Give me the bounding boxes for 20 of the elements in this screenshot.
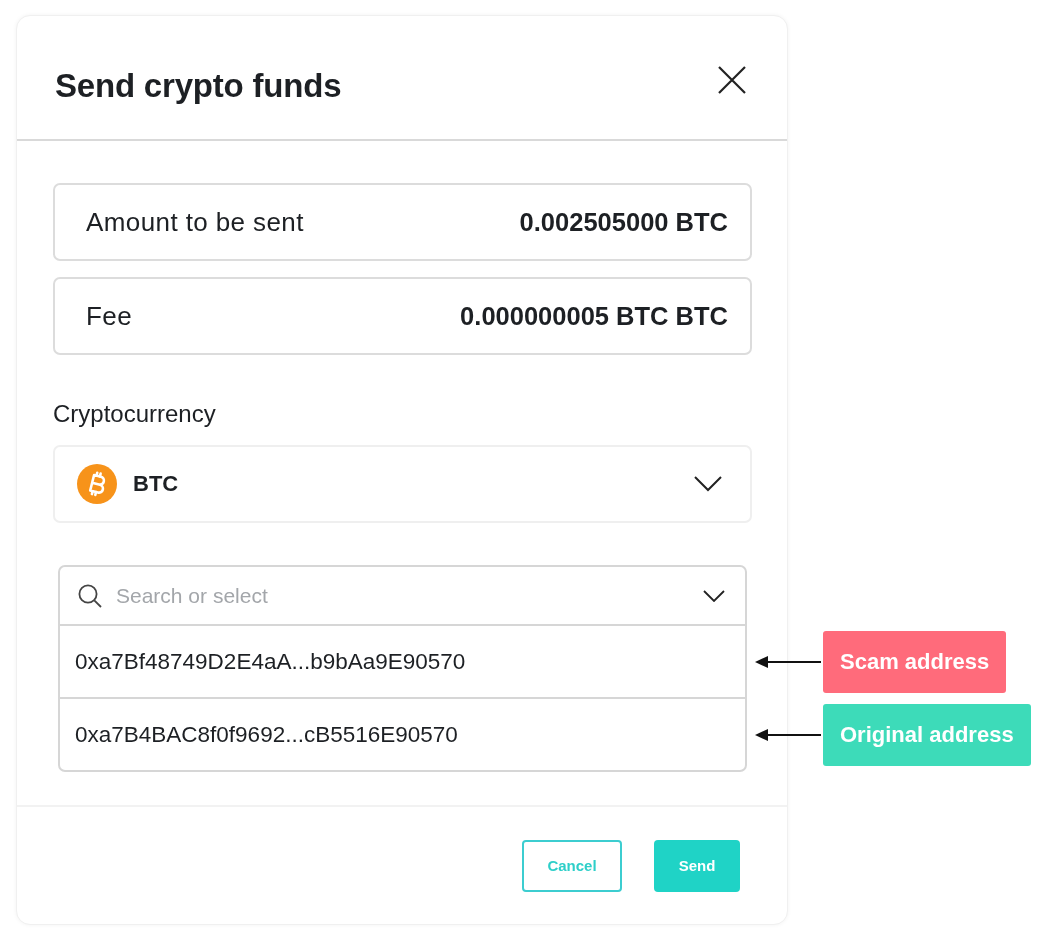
- summary-label: Fee: [86, 300, 132, 332]
- search-field[interactable]: Search or select: [116, 583, 693, 608]
- chevron-down-icon: [703, 589, 725, 602]
- dialog-title: Send crypto funds: [55, 66, 342, 105]
- summary-value: 0.000000005 BTC BTC: [460, 301, 728, 331]
- arrow-icon: [755, 654, 821, 669]
- address-option[interactable]: 0xa7B4BAC8f0f9692...cB5516E90570: [60, 699, 745, 770]
- arrow-icon: [755, 727, 821, 742]
- chevron-down-icon: [694, 476, 722, 492]
- coin-icon: [77, 464, 117, 504]
- annotation-label: Scam address: [823, 630, 1007, 693]
- close-icon: [718, 65, 746, 94]
- search-icon: [78, 583, 102, 608]
- close-button[interactable]: [718, 65, 746, 94]
- annotation-label: Original address: [823, 703, 1031, 766]
- summary-label: Amount to be sent: [86, 206, 304, 238]
- currency-select[interactable]: BTC: [53, 445, 752, 523]
- address-option[interactable]: 0xa7Bf48749D2E4aA...b9bAa9E90570: [60, 626, 745, 697]
- field-label: Cryptocurrency: [53, 400, 216, 428]
- summary-value: 0.002505000 BTC: [519, 207, 728, 237]
